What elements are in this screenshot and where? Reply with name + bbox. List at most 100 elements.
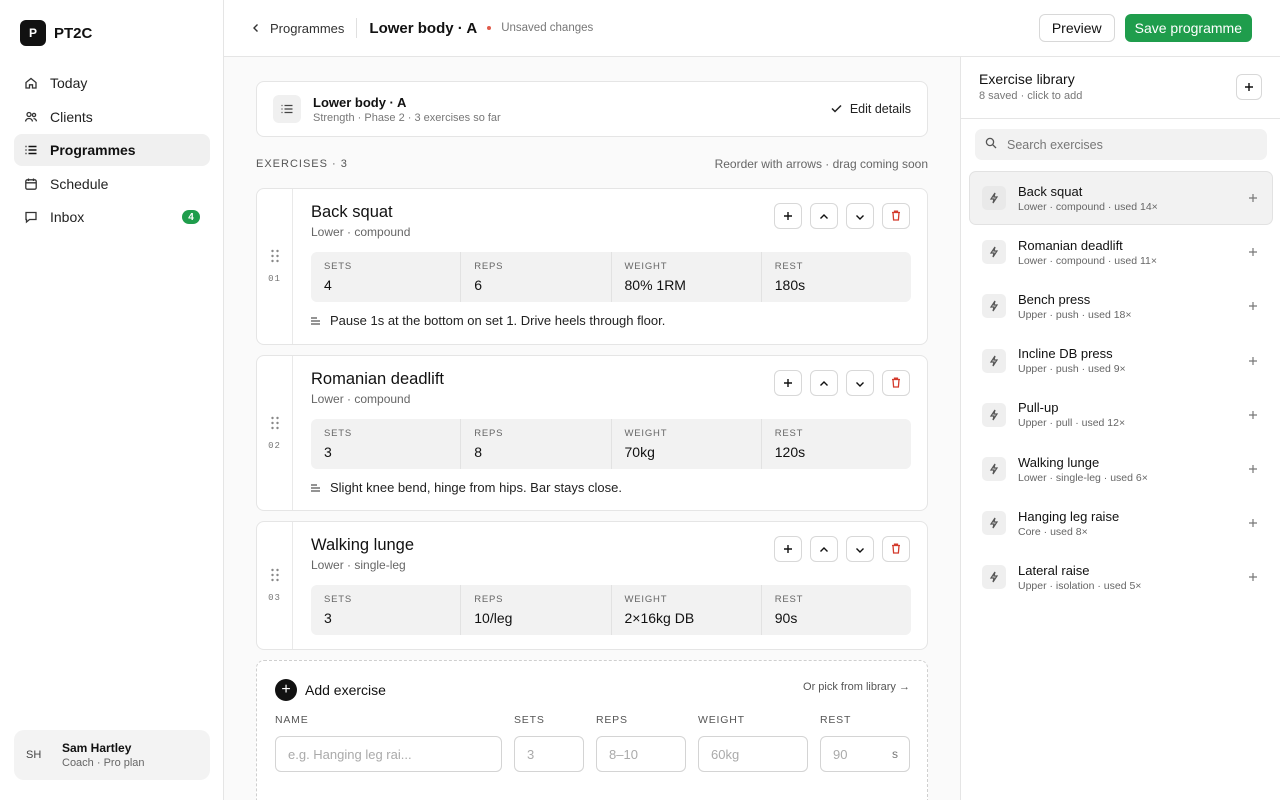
user-card[interactable]: SH Sam Hartley Coach · Pro plan [14, 730, 210, 780]
sidebar-item-schedule[interactable]: Schedule [14, 168, 210, 200]
move-up-button[interactable] [810, 203, 838, 229]
brand[interactable]: P PT2C [20, 20, 92, 46]
trash-icon [891, 376, 901, 391]
add-exercise-form: + Add exercise Or pick from library → NA… [256, 660, 928, 800]
library-item-name: Hanging leg raise [1018, 508, 1120, 524]
plus-icon[interactable] [1246, 245, 1260, 259]
move-down-button[interactable] [846, 370, 874, 396]
list-item[interactable]: Pull-up Upper · pull · used 12× [969, 388, 1273, 442]
back-link[interactable]: Programmes [252, 18, 358, 38]
plus-icon[interactable] [1246, 191, 1260, 205]
add-exercise-header[interactable]: + Add exercise [275, 679, 386, 701]
list-item-text: Pull-up Upper · pull · used 12× [1018, 400, 1246, 429]
user-plan: Coach · Pro plan [62, 757, 145, 769]
sidebar-item-label: Programmes [50, 142, 136, 159]
pick-from-library-link[interactable]: Or pick from library → [803, 681, 910, 693]
move-up-button[interactable] [810, 536, 838, 562]
stat-weight[interactable]: WEIGHT 2×16kg DB [612, 585, 762, 635]
drag-handle[interactable]: 03 [257, 522, 293, 649]
exercise-note-text: Slight knee bend, hinge from hips. Bar s… [330, 480, 622, 495]
brand-name: PT2C [54, 24, 93, 42]
list-item[interactable]: Lateral raise Upper · isolation · used 5… [969, 550, 1273, 604]
stat-sets[interactable]: SETS 3 [311, 585, 462, 635]
stat-reps[interactable]: REPS 10/leg [461, 585, 612, 635]
sidebar-item-label: Clients [50, 108, 93, 125]
exercise-category: Lower · single-leg [311, 558, 406, 572]
chevron-up-icon [819, 376, 829, 391]
delete-exercise-button[interactable] [882, 536, 910, 562]
list-item-text: Lateral raise Upper · isolation · used 5… [1018, 563, 1246, 592]
preview-button[interactable]: Preview [1038, 14, 1115, 42]
delete-exercise-button[interactable] [882, 370, 910, 396]
home-icon [24, 76, 38, 90]
check-icon [831, 102, 842, 116]
exercise-note[interactable]: Pause 1s at the bottom on set 1. Drive h… [311, 313, 665, 328]
plus-icon [783, 542, 793, 557]
drag-handle[interactable]: 02 [257, 356, 293, 510]
stat-reps[interactable]: REPS 8 [461, 419, 612, 469]
programme-details-card: Lower body · A Strength · Phase 2 · 3 ex… [256, 81, 928, 137]
stat-weight[interactable]: WEIGHT 80% 1RM [612, 252, 762, 302]
bolt-icon [982, 294, 1006, 319]
new-exercise-button[interactable] [1236, 74, 1262, 100]
stat-rest[interactable]: REST 180s [762, 252, 911, 302]
exercise-card: 01 Back squat Lower · compound SETS 4 REP… [256, 188, 928, 345]
sets-field-label: SETS [514, 714, 545, 726]
search-input[interactable] [1007, 137, 1257, 152]
back-link-label: Programmes [270, 20, 345, 36]
weight-input[interactable] [698, 736, 808, 772]
plus-icon [1244, 80, 1254, 95]
plus-icon[interactable] [1246, 408, 1260, 422]
delete-exercise-button[interactable] [882, 203, 910, 229]
divider [961, 118, 1280, 119]
sidebar-item-label: Today [50, 75, 88, 91]
plus-icon[interactable] [1246, 354, 1260, 368]
move-down-button[interactable] [846, 203, 874, 229]
stat-weight[interactable]: WEIGHT 70kg [612, 419, 762, 469]
exercise-note-text: Pause 1s at the bottom on set 1. Drive h… [330, 313, 666, 328]
list-item[interactable]: Walking lunge Lower · single-leg · used … [969, 442, 1273, 496]
library-search [975, 129, 1267, 160]
add-set-button[interactable] [774, 370, 802, 396]
move-up-button[interactable] [810, 370, 838, 396]
plus-icon[interactable] [1246, 516, 1260, 530]
list-item[interactable]: Romanian deadlift Lower · compound · use… [969, 225, 1273, 279]
stat-sets[interactable]: SETS 3 [311, 419, 462, 469]
exercise-note[interactable]: Slight knee bend, hinge from hips. Bar s… [311, 480, 622, 495]
library-title: Exercise library [979, 71, 1075, 87]
sidebar-item-clients[interactable]: Clients [14, 101, 210, 133]
stat-reps[interactable]: REPS 6 [461, 252, 612, 302]
list-item[interactable]: Bench press Upper · push · used 18× [969, 279, 1273, 333]
move-down-button[interactable] [846, 536, 874, 562]
exercise-name-input[interactable] [275, 736, 502, 772]
drag-handle-icon [270, 249, 280, 266]
drag-handle[interactable]: 01 [257, 189, 293, 344]
reps-input[interactable] [596, 736, 686, 772]
add-set-button[interactable] [774, 536, 802, 562]
plus-icon[interactable] [1246, 299, 1260, 313]
edit-details-button[interactable]: Edit details [831, 102, 911, 116]
stat-value: 70kg [624, 444, 655, 460]
bolt-icon [982, 348, 1006, 373]
save-programme-button[interactable]: Save programme [1124, 14, 1252, 42]
sidebar-nav: Today Clients Programmes Schedule Inbox … [14, 67, 210, 235]
plus-icon[interactable] [1246, 462, 1260, 476]
stat-label: SETS [324, 594, 353, 605]
stat-value: 8 [474, 444, 483, 460]
stat-value: 2×16kg DB [624, 610, 695, 626]
sidebar-item-inbox[interactable]: Inbox 4 [14, 201, 210, 233]
plus-icon[interactable] [1246, 570, 1260, 584]
list-item[interactable]: Hanging leg raise Core · used 8× [969, 496, 1273, 550]
list-item[interactable]: Incline DB press Upper · push · used 9× [969, 334, 1273, 388]
stat-rest[interactable]: REST 120s [762, 419, 911, 469]
list-item[interactable]: Back squat Lower · compound · used 14× [969, 171, 1273, 226]
stat-rest[interactable]: REST 90s [762, 585, 911, 635]
add-set-button[interactable] [774, 203, 802, 229]
sets-input[interactable] [514, 736, 584, 772]
list-item-text: Walking lunge Lower · single-leg · used … [1018, 455, 1246, 484]
stat-sets[interactable]: SETS 4 [311, 252, 462, 302]
sidebar-item-programmes[interactable]: Programmes [14, 134, 210, 167]
trash-icon [891, 542, 901, 557]
stat-value: 80% 1RM [624, 277, 686, 293]
sidebar-item-today[interactable]: Today [14, 67, 210, 99]
